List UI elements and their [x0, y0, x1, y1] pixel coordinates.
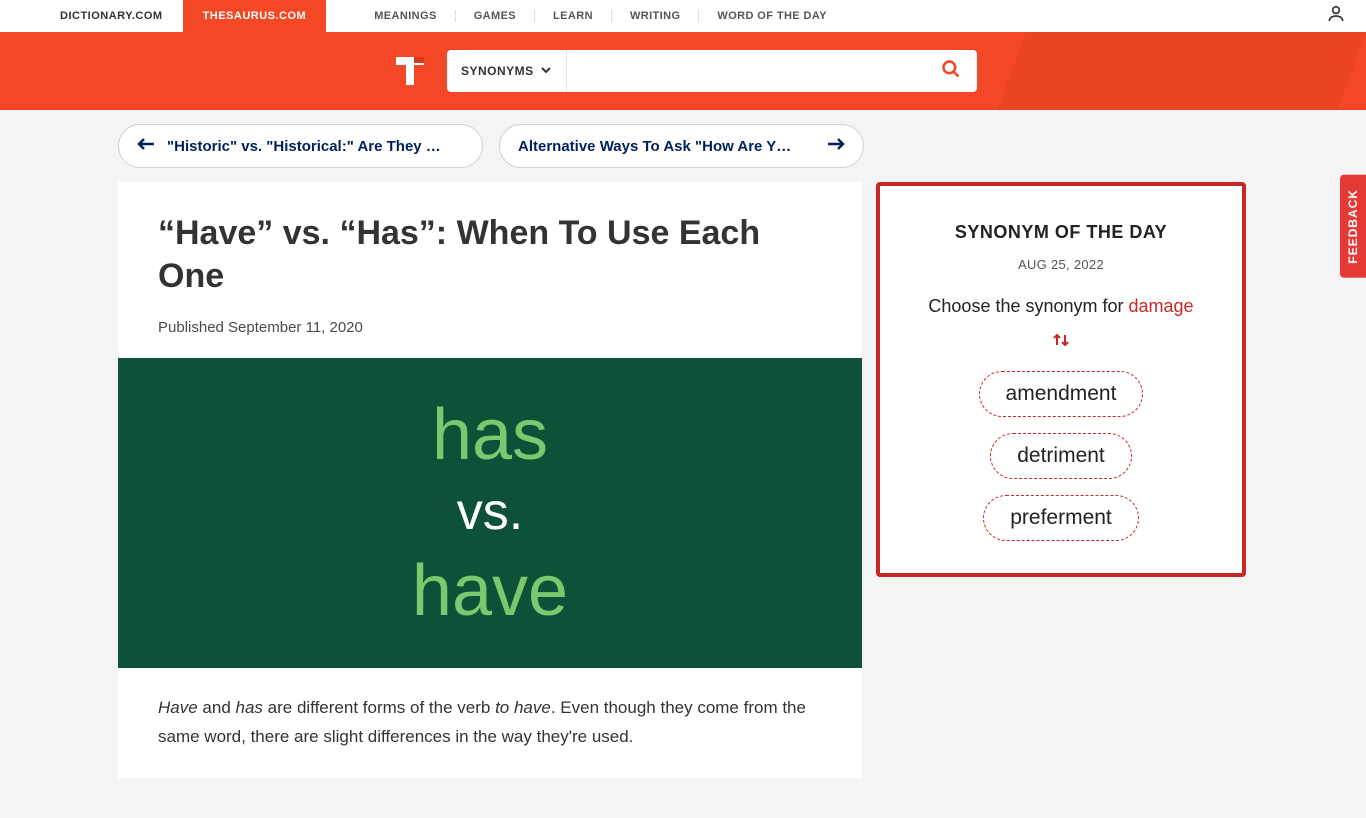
- search-dropdown[interactable]: SYNONYMS: [447, 50, 567, 92]
- article-body: Have and has are different forms of the …: [118, 668, 862, 778]
- site-tab-thesaurus[interactable]: THESAURUS.COM: [183, 0, 327, 32]
- article-nav-pills: "Historic" vs. "Historical:" Are They … …: [118, 124, 1248, 168]
- sotd-date: AUG 25, 2022: [904, 257, 1218, 272]
- swap-arrows-icon: [1051, 331, 1071, 349]
- sotd-prompt-text: Choose the synonym for: [928, 296, 1128, 316]
- arrow-left-icon: [137, 137, 155, 156]
- sotd-prompt: Choose the synonym for damage: [904, 294, 1218, 319]
- article-card: “Have” vs. “Has”: When To Use Each One P…: [118, 182, 862, 778]
- sidebar: SYNONYM OF THE DAY AUG 25, 2022 Choose t…: [876, 182, 1246, 577]
- search-button[interactable]: [925, 50, 977, 92]
- article-published-date: Published September 11, 2020: [158, 319, 822, 336]
- sotd-option-3[interactable]: preferment: [983, 495, 1139, 541]
- logo-icon[interactable]: [389, 50, 431, 92]
- search-icon: [941, 59, 961, 84]
- nav-link-writing[interactable]: WRITING: [611, 10, 698, 22]
- next-article-link[interactable]: Alternative Ways To Ask "How Are Y…: [499, 124, 864, 168]
- nav-link-learn[interactable]: LEARN: [534, 10, 611, 22]
- chevron-down-icon: [540, 64, 552, 79]
- sotd-target-word[interactable]: damage: [1129, 296, 1194, 316]
- top-nav: DICTIONARY.COM THESAURUS.COM MEANINGS GA…: [0, 0, 1366, 32]
- synonym-of-the-day-card: SYNONYM OF THE DAY AUG 25, 2022 Choose t…: [876, 182, 1246, 577]
- sotd-option-1[interactable]: amendment: [979, 371, 1144, 417]
- header-bar: SYNONYMS: [0, 32, 1366, 110]
- site-tab-dictionary[interactable]: DICTIONARY.COM: [40, 0, 183, 32]
- sotd-title: SYNONYM OF THE DAY: [904, 222, 1218, 243]
- nav-link-meanings[interactable]: MEANINGS: [356, 10, 454, 22]
- hero-word-vs: vs.: [457, 471, 523, 554]
- top-nav-links: MEANINGS GAMES LEARN WRITING WORD OF THE…: [356, 10, 845, 22]
- search-dropdown-label: SYNONYMS: [461, 64, 534, 78]
- sotd-option-2[interactable]: detriment: [990, 433, 1132, 479]
- article-hero-image: has vs. have: [118, 358, 862, 668]
- nav-link-games[interactable]: GAMES: [455, 10, 534, 22]
- article-title: “Have” vs. “Has”: When To Use Each One: [158, 212, 822, 297]
- site-tabs: DICTIONARY.COM THESAURUS.COM: [40, 0, 326, 32]
- next-article-title: Alternative Ways To Ask "How Are Y…: [518, 138, 815, 155]
- search-input[interactable]: [567, 50, 925, 92]
- feedback-tab[interactable]: FEEDBACK: [1340, 175, 1366, 278]
- prev-article-title: "Historic" vs. "Historical:" Are They …: [167, 138, 464, 155]
- sotd-options: amendment detriment preferment: [904, 371, 1218, 541]
- search-container: SYNONYMS: [447, 50, 977, 92]
- hero-word-has: has: [432, 399, 548, 471]
- prev-article-link[interactable]: "Historic" vs. "Historical:" Are They …: [118, 124, 483, 168]
- nav-link-wotd[interactable]: WORD OF THE DAY: [698, 10, 845, 22]
- hero-word-have: have: [412, 555, 568, 627]
- user-icon[interactable]: [1326, 4, 1346, 29]
- arrow-right-icon: [827, 137, 845, 156]
